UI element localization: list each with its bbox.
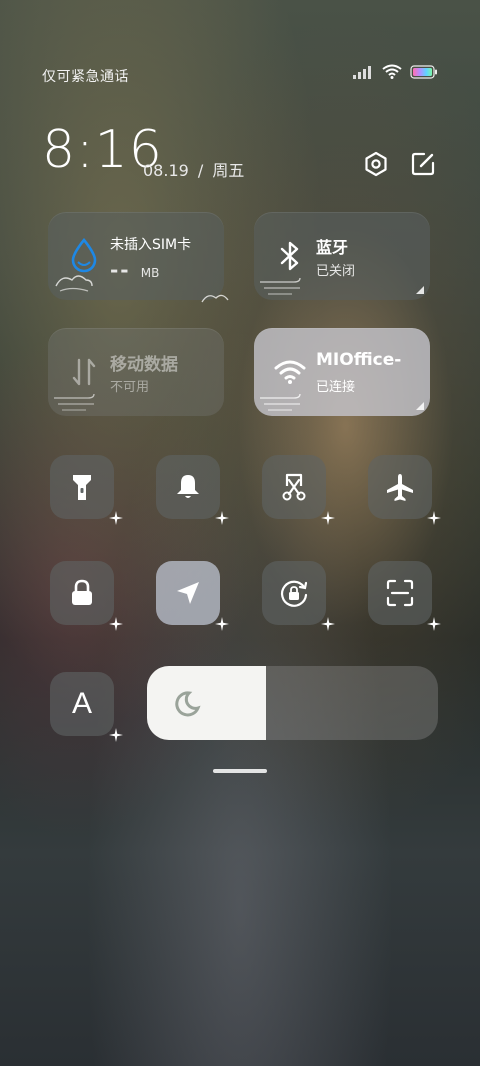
wifi-tile[interactable]: MIOffice- 已连接	[254, 328, 430, 416]
rotation-lock-toggle[interactable]	[262, 561, 335, 631]
brightness-slider[interactable]	[147, 666, 438, 740]
bell-icon	[177, 475, 199, 498]
scan-icon	[386, 579, 414, 607]
sparkle-icon	[427, 617, 441, 631]
mobile-data-arrows-icon	[66, 354, 102, 390]
expand-corner-icon	[416, 402, 424, 410]
bluetooth-status: 已关闭	[316, 264, 356, 279]
wifi-tile-icon	[272, 354, 308, 390]
sparkle-icon	[427, 511, 441, 525]
settings-button[interactable]	[362, 150, 390, 178]
cloud-ornament-icon	[54, 393, 95, 411]
wifi-icon	[382, 64, 402, 79]
scissors-icon	[282, 473, 306, 501]
brightness-fill	[147, 666, 267, 740]
signal-icon	[353, 65, 371, 79]
scanner-toggle[interactable]	[368, 561, 441, 631]
bluetooth-tile[interactable]: 蓝牙 已关闭	[254, 212, 430, 300]
date-value: 08.19	[143, 161, 189, 180]
cloud-ornament-icon	[55, 275, 93, 292]
sparkle-icon	[321, 511, 335, 525]
font-size-button[interactable]: A	[50, 672, 123, 742]
airplane-mode-toggle[interactable]	[368, 455, 441, 525]
date-label: 08.19 / 周五	[143, 157, 244, 181]
status-icons	[352, 64, 438, 79]
screenshot-toggle[interactable]	[262, 455, 335, 525]
sparkle-icon	[109, 617, 123, 631]
carrier-status: 仅可紧急通话	[42, 69, 129, 85]
sparkle-icon	[215, 511, 229, 525]
sparkle-icon	[321, 617, 335, 631]
airplane-icon	[387, 474, 413, 501]
edit-button[interactable]	[409, 150, 437, 178]
font-size-label: A	[71, 687, 92, 720]
data-usage-unit: MB	[140, 266, 160, 280]
lock-screen-toggle[interactable]	[50, 561, 123, 631]
data-usage-title: 未插入SIM卡	[110, 237, 192, 253]
flashlight-toggle[interactable]	[50, 455, 123, 525]
cloud-ornament-icon	[260, 393, 301, 411]
bluetooth-icon	[272, 238, 308, 274]
rotation-lock-icon	[280, 580, 308, 607]
moon-icon	[175, 691, 201, 717]
sparkle-icon	[109, 728, 123, 742]
ringer-toggle[interactable]	[156, 455, 229, 525]
location-toggle[interactable]	[156, 561, 229, 631]
location-arrow-icon	[177, 582, 199, 604]
data-usage-value: --	[110, 258, 131, 282]
lock-icon	[72, 579, 92, 605]
expand-corner-icon	[416, 286, 424, 294]
wifi-network-name: MIOffice-	[316, 350, 402, 370]
data-usage-value-row: -- MB	[110, 258, 159, 282]
cloud-ornament-icon	[260, 277, 301, 295]
data-usage-tile[interactable]: 未插入SIM卡 -- MB	[48, 212, 229, 303]
weekday-value: 周五	[212, 161, 245, 180]
sparkle-icon	[215, 617, 229, 631]
mobile-data-status: 不可用	[110, 380, 150, 395]
cloud-ornament-icon	[201, 294, 229, 303]
settings-icon	[365, 151, 387, 177]
mobile-data-tile[interactable]: 移动数据 不可用	[48, 328, 224, 416]
edit-icon	[411, 152, 435, 176]
battery-icon	[410, 64, 437, 79]
wifi-status: 已连接	[316, 380, 356, 395]
flashlight-icon	[73, 475, 91, 500]
sparkle-icon	[109, 511, 123, 525]
home-indicator[interactable]	[213, 769, 267, 773]
date-separator: /	[197, 161, 204, 180]
mobile-data-title: 移动数据	[110, 355, 178, 375]
bluetooth-title: 蓝牙	[316, 238, 349, 257]
